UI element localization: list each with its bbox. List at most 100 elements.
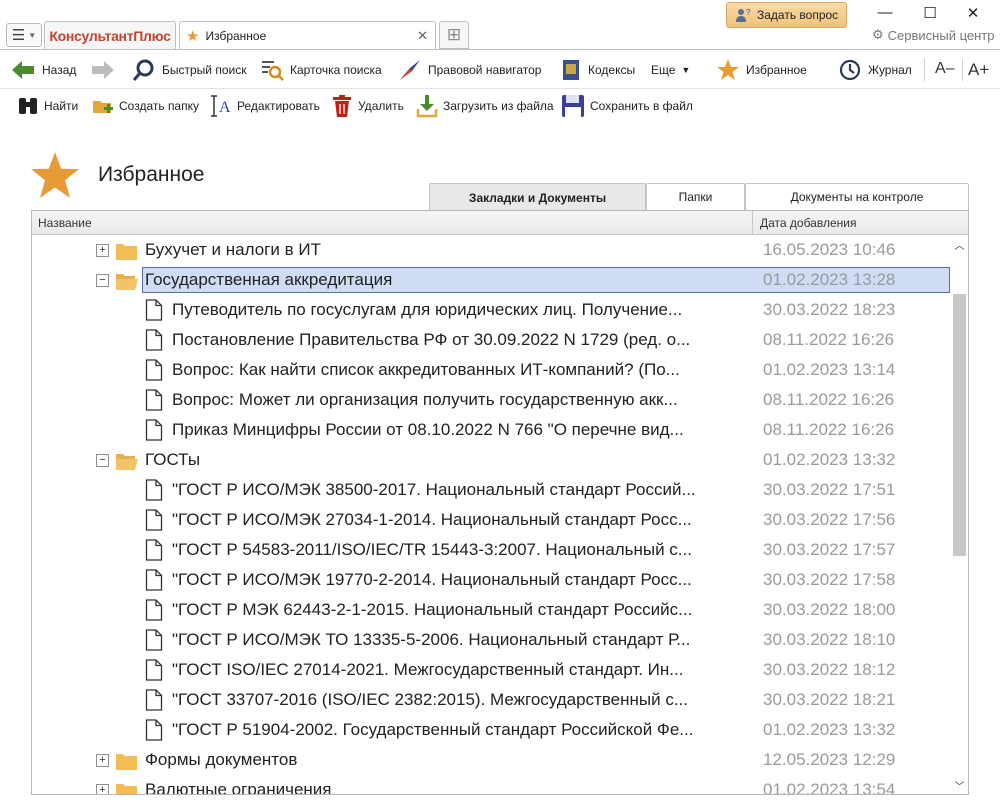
tree-folder-row[interactable]: − ГОСТы 01.02.2023 13:32	[32, 445, 952, 475]
document-icon	[145, 419, 163, 446]
document-icon	[145, 509, 163, 536]
tab-favorites[interactable]: ★ Избранное ✕	[179, 21, 436, 50]
back-button[interactable]: Назад	[10, 56, 76, 84]
codes-button[interactable]: Кодексы	[560, 56, 635, 84]
main-menu-button[interactable]: ☰ ▼	[6, 23, 42, 47]
tree-document-row[interactable]: "ГОСТ Р МЭК 62443-2-1-2015. Национальный…	[32, 595, 952, 625]
person-question-icon: ?	[736, 8, 751, 22]
document-title: "ГОСТ 33707-2016 (ISO/IEC 2382:2015). Ме…	[172, 690, 689, 709]
tree-document-row[interactable]: "ГОСТ Р 51904-2002. Государственный стан…	[32, 715, 952, 745]
tree-document-row[interactable]: "ГОСТ Р ИСО/МЭК ТО 13335-5-2006. Национа…	[32, 625, 952, 655]
document-title: Вопрос: Как найти список аккредитованных…	[172, 360, 680, 379]
expand-icon[interactable]: +	[96, 244, 109, 257]
folder-open-icon	[115, 451, 139, 476]
expand-icon[interactable]: +	[96, 754, 109, 767]
tree-document-row[interactable]: Вопрос: Может ли организация получить го…	[32, 385, 952, 415]
folder-name: ГОСТы	[145, 450, 201, 469]
tabbar-divider	[0, 49, 1000, 50]
tab-documents-on-control[interactable]: Документы на контроле	[745, 183, 969, 210]
scroll-up-icon[interactable]: ︿	[954, 237, 965, 252]
tree-folder-row[interactable]: + Валютные ограничения 01.02.2023 13:54	[32, 775, 952, 795]
tab-bookmarks-documents[interactable]: Закладки и Документы	[429, 183, 646, 211]
scroll-down-icon[interactable]: ﹀	[954, 778, 965, 793]
tree-folder-row[interactable]: + Бухучет и налоги в ИТ 16.05.2023 10:46	[32, 235, 952, 265]
new-tab-button[interactable]: ⊞	[439, 21, 469, 49]
folder-name: Бухучет и налоги в ИТ	[145, 240, 321, 259]
date-added: 30.03.2022 17:58	[763, 570, 896, 589]
tree-document-row[interactable]: Постановление Правительства РФ от 30.09.…	[32, 325, 952, 355]
date-added: 08.11.2022 16:26	[763, 420, 895, 439]
save-to-file-button[interactable]: Сохранить в файл	[561, 93, 693, 119]
edit-label: Редактировать	[237, 99, 320, 113]
date-added: 01.02.2023 13:14	[763, 360, 896, 379]
vertical-scrollbar[interactable]: ︿ ﹀	[951, 235, 968, 794]
search-card-button[interactable]: Карточка поиска	[260, 56, 382, 84]
tree-document-row[interactable]: Приказ Минцифры России от 08.10.2022 N 7…	[32, 415, 952, 445]
document-title: Путеводитель по госуслугам для юридическ…	[172, 300, 683, 319]
hamburger-icon: ☰	[11, 27, 26, 44]
gear-icon: ⚙	[872, 27, 884, 42]
close-window-button[interactable]: ✕	[958, 4, 988, 22]
document-title: "ГОСТ Р ИСО/МЭК 27034-1-2014. Национальн…	[172, 510, 692, 529]
close-icon[interactable]: ✕	[417, 28, 428, 44]
magnifier-icon	[132, 59, 154, 81]
tab-label: Избранное	[205, 28, 267, 43]
tree-document-row[interactable]: "ГОСТ Р 54583-2011/ISO/IEC/TR 15443-3:20…	[32, 535, 952, 565]
tree-document-row[interactable]: "ГОСТ Р ИСО/МЭК 38500-2017. Национальный…	[32, 475, 952, 505]
search-card-label: Карточка поиска	[290, 63, 382, 77]
quick-search-button[interactable]: Быстрый поиск	[132, 56, 246, 84]
tree-folder-row[interactable]: + Формы документов 12.05.2023 12:29	[32, 745, 952, 775]
forward-button[interactable]	[90, 56, 122, 84]
tab-folders[interactable]: Папки	[646, 183, 745, 210]
brand-tab[interactable]: КонсультантПлюс	[44, 21, 176, 49]
folder-name: Государственная аккредитация	[145, 270, 393, 289]
tree-folder-row[interactable]: − Государственная аккредитация 01.02.2023 …	[32, 265, 952, 295]
minimize-button[interactable]: —	[870, 4, 900, 21]
column-header-name[interactable]: Название	[38, 216, 92, 230]
font-decrease-button[interactable]: A–	[935, 60, 955, 78]
tree-document-row[interactable]: "ГОСТ Р ИСО/МЭК 27034-1-2014. Национальн…	[32, 505, 952, 535]
create-folder-button[interactable]: Создать папку	[92, 93, 199, 119]
tree-document-row[interactable]: Вопрос: Как найти список аккредитованных…	[32, 355, 952, 385]
tree-document-row[interactable]: "ГОСТ ISO/IEC 27014-2021. Межгосударстве…	[32, 655, 952, 685]
service-center-link[interactable]: ⚙ Сервисный центр	[872, 27, 994, 43]
tree-rows: + Бухучет и налоги в ИТ 16.05.2023 10:46 − Г…	[32, 235, 952, 795]
toolbar-separator	[962, 59, 963, 81]
column-divider[interactable]	[752, 211, 753, 235]
favorites-label: Избранное	[746, 63, 807, 77]
folder-icon	[115, 781, 139, 794]
column-header-date[interactable]: Дата добавления	[760, 216, 856, 230]
ask-question-button[interactable]: ? Задать вопрос	[726, 2, 847, 28]
more-menu-button[interactable]: Еще ▼	[651, 56, 690, 84]
folder-name: Валютные ограничения	[145, 780, 332, 795]
edit-button[interactable]: A Редактировать	[210, 93, 320, 119]
favorites-button[interactable]: Избранное	[716, 56, 807, 84]
collapse-icon[interactable]: −	[96, 274, 109, 287]
legal-navigator-label: Правовой навигатор	[428, 63, 542, 77]
quick-search-label: Быстрый поиск	[162, 63, 247, 77]
find-label: Найти	[44, 99, 79, 113]
journal-button[interactable]: Журнал	[838, 56, 912, 84]
scroll-thumb[interactable]	[953, 294, 966, 556]
load-from-file-button[interactable]: Загрузить из файла	[416, 93, 554, 119]
delete-button[interactable]: Удалить	[331, 93, 404, 119]
legal-navigator-button[interactable]: Правовой навигатор	[398, 56, 541, 84]
tree-document-row[interactable]: "ГОСТ Р ИСО/МЭК 19770-2-2014. Национальн…	[32, 565, 952, 595]
maximize-button[interactable]: ☐	[915, 4, 945, 22]
document-title: "ГОСТ Р ИСО/МЭК ТО 13335-5-2006. Национа…	[172, 630, 691, 649]
expand-icon[interactable]: +	[96, 784, 109, 794]
document-icon	[145, 389, 163, 416]
delete-label: Удалить	[358, 99, 404, 113]
document-icon	[145, 299, 163, 326]
tree-document-row[interactable]: Путеводитель по госуслугам для юридическ…	[32, 295, 952, 325]
folder-icon	[115, 751, 139, 776]
font-increase-button[interactable]: A+	[968, 60, 989, 80]
folder-open-icon	[115, 271, 139, 296]
find-button[interactable]: Найти	[17, 93, 78, 119]
tree-document-row[interactable]: "ГОСТ 33707-2016 (ISO/IEC 2382:2015). Ме…	[32, 685, 952, 715]
collapse-icon[interactable]: −	[96, 454, 109, 467]
document-title: "ГОСТ Р ИСО/МЭК 38500-2017. Национальный…	[172, 480, 696, 499]
history-clock-icon	[839, 59, 861, 81]
download-arrow-icon	[416, 95, 438, 118]
date-added: 30.03.2022 18:00	[763, 600, 896, 619]
